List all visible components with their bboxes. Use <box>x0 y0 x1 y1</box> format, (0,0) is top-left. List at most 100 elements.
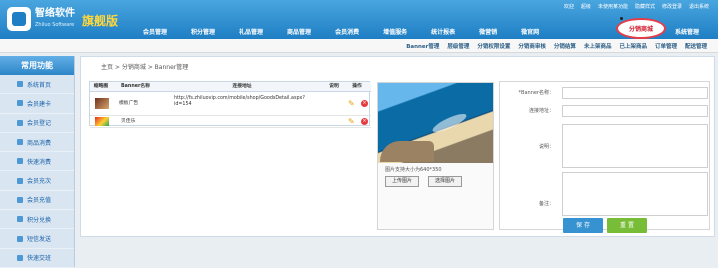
points-icon <box>17 216 23 223</box>
subnav-distribution-settlement[interactable]: 分销结算 <box>554 42 576 50</box>
column-link-url: 连接地址 <box>159 82 325 92</box>
table-row: 贝佳乐 ✎ × <box>90 116 371 128</box>
nav-points-management[interactable]: 积分管理 <box>188 26 218 37</box>
banner-form: *Banner名称： 连接地址： 说明： 备注： 保 存 重 置 <box>499 81 710 233</box>
sidebar-item-member-register[interactable]: 会员登记 <box>0 114 74 133</box>
link-url-input[interactable] <box>562 105 708 117</box>
sidebar-item-quick-handover[interactable]: 快速交班 <box>0 249 74 268</box>
sidebar-item-home[interactable]: 系统首页 <box>0 75 74 95</box>
description-label: 说明： <box>538 144 554 150</box>
banner-link: http://fs.zhiluovip.com/mobile/shop/Good… <box>174 96 305 107</box>
user-link[interactable]: 超级 <box>581 3 591 10</box>
page-background-bottom <box>75 237 718 267</box>
banner-preview-image <box>378 83 493 163</box>
subnav-distributor-review[interactable]: 分销商审核 <box>518 42 546 50</box>
sidebar-item-label: 快速消费 <box>27 158 52 166</box>
welcome-text: 欢迎 <box>563 4 574 10</box>
column-description: 说明 <box>325 82 343 92</box>
active-indicator-icon <box>620 17 623 20</box>
top-links: 欢迎 超级 未使用某功能 隐藏样式 修改登录 退出系统 <box>564 3 709 10</box>
link-url-label: 连接地址： <box>528 108 554 114</box>
logo-mark-icon <box>12 12 26 26</box>
reset-button[interactable]: 重 置 <box>607 218 647 233</box>
banner-name: 模板广告 <box>119 101 139 106</box>
remark-label: 备注： <box>538 201 554 207</box>
nav-statistics-reports[interactable]: 统计报表 <box>428 26 458 37</box>
nav-micro-website[interactable]: 微官网 <box>518 26 542 37</box>
nav-value-added-services[interactable]: 增值服务 <box>380 26 410 37</box>
banner-table: 缩略图 Banner名称 连接地址 说明 操作 模板广告 http://fs.z… <box>89 81 371 128</box>
banner-thumbnail <box>95 98 109 109</box>
sidebar-item-label: 会员充值 <box>27 197 52 205</box>
subnav-unlisted-products[interactable]: 未上架商品 <box>584 42 612 50</box>
product-icon <box>17 139 23 146</box>
sidebar-item-label: 会员登记 <box>27 120 52 128</box>
subnav-order-management[interactable]: 订单管理 <box>655 42 677 50</box>
cliff-rock <box>380 141 434 162</box>
recharge-count-icon <box>17 177 23 184</box>
sidebar-item-quick-consumption[interactable]: 快速消费 <box>0 152 74 172</box>
save-button[interactable]: 保 存 <box>563 218 603 233</box>
sidebar-item-label: 短信发送 <box>27 236 52 244</box>
nav-system-management[interactable]: 系统管理 <box>675 27 699 36</box>
main-navigation: 会员管理 积分管理 礼品管理 商品管理 会员消费 增值服务 统计报表 微营销 微… <box>140 26 542 37</box>
sidebar-item-member-card[interactable]: 会员建卡 <box>0 94 74 114</box>
nav-member-consumption[interactable]: 会员消费 <box>332 26 362 37</box>
banner-name-input[interactable] <box>562 87 708 99</box>
company-logo <box>7 7 31 31</box>
subnav-permission-settings[interactable]: 分销权限设置 <box>477 42 510 50</box>
brand-subtitle: Zhiluo Software <box>35 22 75 28</box>
nav-product-management[interactable]: 商品管理 <box>284 26 314 37</box>
wave-foam <box>430 110 469 136</box>
subnav-level-management[interactable]: 层级管理 <box>447 42 469 50</box>
sidebar: 常用功能 系统首页 会员建卡 会员登记 商品消费 快速消费 会员充次 会员充值 … <box>0 56 75 268</box>
breadcrumb: 主页 > 分销商城 > Banner管理 <box>101 64 189 71</box>
description-textarea[interactable] <box>562 124 708 168</box>
sidebar-item-member-count-recharge[interactable]: 会员充次 <box>0 171 74 191</box>
main-content: 主页 > 分销商城 > Banner管理 缩略图 Banner名称 连接地址 说… <box>80 56 715 237</box>
feature-link[interactable]: 未使用某功能 <box>598 3 628 10</box>
change-login-link[interactable]: 修改登录 <box>662 3 682 10</box>
edition-label: 旗舰版 <box>82 14 119 28</box>
sidebar-item-label: 积分兑换 <box>27 216 52 224</box>
column-thumbnail: 缩略图 <box>90 82 112 92</box>
style-link[interactable]: 隐藏样式 <box>635 3 655 10</box>
image-size-tip: 图片支持大小为640*350 <box>385 167 442 173</box>
home-icon <box>17 81 23 88</box>
sidebar-item-label: 商品消费 <box>27 139 52 147</box>
member-card-icon <box>17 100 23 107</box>
recharge-icon <box>17 196 23 203</box>
sms-icon <box>17 235 23 242</box>
nav-distribution-mall[interactable]: 分销商城 <box>616 18 666 39</box>
choose-image-button[interactable]: 选择图片 <box>428 176 462 187</box>
banner-thumbnail <box>95 117 109 126</box>
nav-gift-management[interactable]: 礼品管理 <box>236 26 266 37</box>
sidebar-item-label: 会员建卡 <box>27 100 52 108</box>
banner-image-panel: 图片支持大小为640*350 上传图片 选择图片 <box>377 82 494 230</box>
subnav-listed-products[interactable]: 已上架商品 <box>619 42 647 50</box>
remark-textarea[interactable] <box>562 172 708 216</box>
upload-image-button[interactable]: 上传图片 <box>385 176 419 187</box>
member-icon <box>17 119 23 126</box>
delete-icon[interactable]: × <box>361 100 368 107</box>
sidebar-item-label: 会员充次 <box>27 178 52 186</box>
sidebar-item-points-exchange[interactable]: 积分兑换 <box>0 210 74 230</box>
brand-name: 智络软件 <box>35 8 75 19</box>
nav-member-management[interactable]: 会员管理 <box>140 26 170 37</box>
edit-icon[interactable]: ✎ <box>348 100 355 108</box>
sidebar-item-sms-send[interactable]: 短信发送 <box>0 229 74 249</box>
subnav-banner-management[interactable]: Banner管理 <box>406 42 439 50</box>
sidebar-item-product-consumption[interactable]: 商品消费 <box>0 133 74 153</box>
sidebar-item-label: 快速交班 <box>27 255 52 263</box>
edit-icon[interactable]: ✎ <box>348 118 355 126</box>
subnav-delivery-management[interactable]: 配送管理 <box>685 42 707 50</box>
top-header: 智络软件 Zhiluo Software 旗舰版 欢迎 超级 未使用某功能 隐藏… <box>0 0 718 39</box>
delete-icon[interactable]: × <box>361 118 368 125</box>
sidebar-item-label: 系统首页 <box>27 81 52 89</box>
handover-icon <box>17 254 23 261</box>
logout-link[interactable]: 退出系统 <box>689 3 709 10</box>
banner-name-label: *Banner名称： <box>518 90 554 96</box>
banner-name: 贝佳乐 <box>121 119 136 124</box>
nav-micro-marketing[interactable]: 微营销 <box>476 26 500 37</box>
sidebar-item-member-recharge[interactable]: 会员充值 <box>0 191 74 211</box>
